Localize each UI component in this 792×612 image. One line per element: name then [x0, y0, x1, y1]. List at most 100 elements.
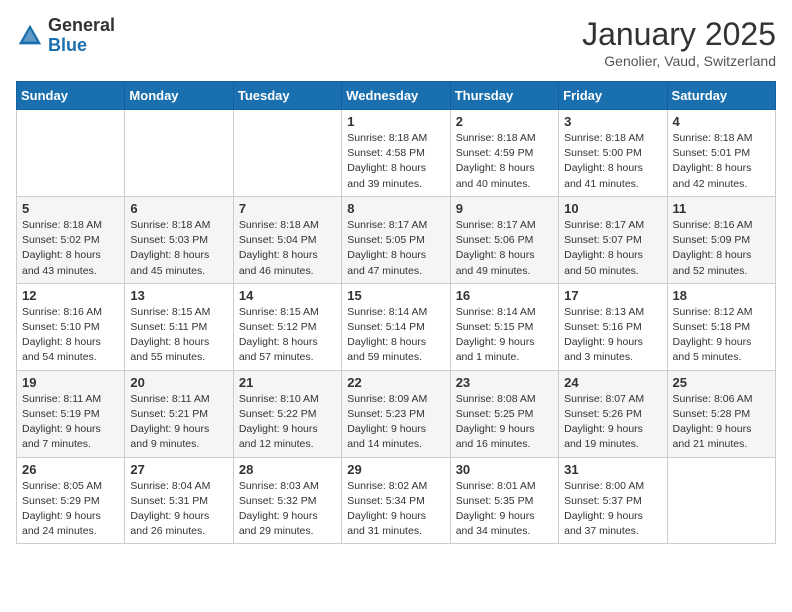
day-info: Sunrise: 8:18 AM Sunset: 5:02 PM Dayligh… [22, 218, 119, 279]
calendar-cell: 31 Sunrise: 8:00 AM Sunset: 5:37 PM Dayli… [559, 457, 667, 544]
month-title: January 2025 [582, 16, 776, 53]
day-info: Sunrise: 8:18 AM Sunset: 4:58 PM Dayligh… [347, 131, 444, 192]
logo-text: General Blue [48, 16, 115, 56]
day-info: Sunrise: 8:17 AM Sunset: 5:05 PM Dayligh… [347, 218, 444, 279]
day-info: Sunrise: 8:06 AM Sunset: 5:28 PM Dayligh… [673, 392, 770, 453]
day-of-week-header: Sunday [17, 82, 125, 110]
calendar-cell [667, 457, 775, 544]
day-info: Sunrise: 8:02 AM Sunset: 5:34 PM Dayligh… [347, 479, 444, 540]
day-info: Sunrise: 8:16 AM Sunset: 5:09 PM Dayligh… [673, 218, 770, 279]
day-of-week-header: Wednesday [342, 82, 450, 110]
calendar-cell: 3 Sunrise: 8:18 AM Sunset: 5:00 PM Daylig… [559, 110, 667, 197]
calendar-week-row: 1 Sunrise: 8:18 AM Sunset: 4:58 PM Daylig… [17, 110, 776, 197]
calendar-cell: 29 Sunrise: 8:02 AM Sunset: 5:34 PM Dayli… [342, 457, 450, 544]
day-number: 22 [347, 375, 444, 390]
calendar-header-row: SundayMondayTuesdayWednesdayThursdayFrid… [17, 82, 776, 110]
logo-blue-text: Blue [48, 36, 115, 56]
day-number: 10 [564, 201, 661, 216]
calendar-cell: 16 Sunrise: 8:14 AM Sunset: 5:15 PM Dayli… [450, 283, 558, 370]
day-info: Sunrise: 8:15 AM Sunset: 5:12 PM Dayligh… [239, 305, 336, 366]
day-info: Sunrise: 8:12 AM Sunset: 5:18 PM Dayligh… [673, 305, 770, 366]
day-number: 14 [239, 288, 336, 303]
page-header: General Blue January 2025 Genolier, Vaud… [16, 16, 776, 69]
day-of-week-header: Monday [125, 82, 233, 110]
day-info: Sunrise: 8:14 AM Sunset: 5:14 PM Dayligh… [347, 305, 444, 366]
day-of-week-header: Tuesday [233, 82, 341, 110]
calendar-cell: 24 Sunrise: 8:07 AM Sunset: 5:26 PM Dayli… [559, 370, 667, 457]
day-info: Sunrise: 8:03 AM Sunset: 5:32 PM Dayligh… [239, 479, 336, 540]
day-number: 7 [239, 201, 336, 216]
day-info: Sunrise: 8:00 AM Sunset: 5:37 PM Dayligh… [564, 479, 661, 540]
day-number: 5 [22, 201, 119, 216]
calendar-week-row: 5 Sunrise: 8:18 AM Sunset: 5:02 PM Daylig… [17, 196, 776, 283]
calendar-week-row: 19 Sunrise: 8:11 AM Sunset: 5:19 PM Dayli… [17, 370, 776, 457]
day-of-week-header: Saturday [667, 82, 775, 110]
calendar-cell: 13 Sunrise: 8:15 AM Sunset: 5:11 PM Dayli… [125, 283, 233, 370]
calendar-cell: 23 Sunrise: 8:08 AM Sunset: 5:25 PM Dayli… [450, 370, 558, 457]
title-block: January 2025 Genolier, Vaud, Switzerland [582, 16, 776, 69]
calendar-cell: 12Sunrise: 8:16 AM Sunset: 5:10 PM Dayli… [17, 283, 125, 370]
day-number: 13 [130, 288, 227, 303]
day-number: 8 [347, 201, 444, 216]
day-info: Sunrise: 8:11 AM Sunset: 5:21 PM Dayligh… [130, 392, 227, 453]
day-info: Sunrise: 8:11 AM Sunset: 5:19 PM Dayligh… [22, 392, 119, 453]
calendar-cell: 7 Sunrise: 8:18 AM Sunset: 5:04 PM Daylig… [233, 196, 341, 283]
day-number: 26 [22, 462, 119, 477]
calendar-cell [233, 110, 341, 197]
day-info: Sunrise: 8:04 AM Sunset: 5:31 PM Dayligh… [130, 479, 227, 540]
day-number: 23 [456, 375, 553, 390]
day-info: Sunrise: 8:14 AM Sunset: 5:15 PM Dayligh… [456, 305, 553, 366]
day-number: 4 [673, 114, 770, 129]
day-info: Sunrise: 8:16 AM Sunset: 5:10 PM Dayligh… [22, 305, 119, 366]
calendar-cell: 27 Sunrise: 8:04 AM Sunset: 5:31 PM Dayli… [125, 457, 233, 544]
day-number: 1 [347, 114, 444, 129]
day-info: Sunrise: 8:15 AM Sunset: 5:11 PM Dayligh… [130, 305, 227, 366]
day-info: Sunrise: 8:07 AM Sunset: 5:26 PM Dayligh… [564, 392, 661, 453]
day-number: 16 [456, 288, 553, 303]
day-number: 27 [130, 462, 227, 477]
calendar-cell: 25 Sunrise: 8:06 AM Sunset: 5:28 PM Dayli… [667, 370, 775, 457]
day-info: Sunrise: 8:01 AM Sunset: 5:35 PM Dayligh… [456, 479, 553, 540]
day-number: 24 [564, 375, 661, 390]
day-info: Sunrise: 8:05 AM Sunset: 5:29 PM Dayligh… [22, 479, 119, 540]
calendar-cell: 26 Sunrise: 8:05 AM Sunset: 5:29 PM Dayli… [17, 457, 125, 544]
day-info: Sunrise: 8:10 AM Sunset: 5:22 PM Dayligh… [239, 392, 336, 453]
calendar-cell: 14 Sunrise: 8:15 AM Sunset: 5:12 PM Dayli… [233, 283, 341, 370]
day-number: 28 [239, 462, 336, 477]
day-number: 29 [347, 462, 444, 477]
day-number: 25 [673, 375, 770, 390]
day-number: 15 [347, 288, 444, 303]
calendar-week-row: 26 Sunrise: 8:05 AM Sunset: 5:29 PM Dayli… [17, 457, 776, 544]
calendar-cell: 22Sunrise: 8:09 AM Sunset: 5:23 PM Dayli… [342, 370, 450, 457]
day-of-week-header: Thursday [450, 82, 558, 110]
day-info: Sunrise: 8:18 AM Sunset: 5:04 PM Dayligh… [239, 218, 336, 279]
calendar-cell: 18Sunrise: 8:12 AM Sunset: 5:18 PM Dayli… [667, 283, 775, 370]
calendar-cell: 5 Sunrise: 8:18 AM Sunset: 5:02 PM Daylig… [17, 196, 125, 283]
calendar-cell: 19 Sunrise: 8:11 AM Sunset: 5:19 PM Dayli… [17, 370, 125, 457]
day-number: 9 [456, 201, 553, 216]
calendar-cell: 17Sunrise: 8:13 AM Sunset: 5:16 PM Dayli… [559, 283, 667, 370]
day-info: Sunrise: 8:18 AM Sunset: 5:00 PM Dayligh… [564, 131, 661, 192]
day-number: 31 [564, 462, 661, 477]
calendar-cell: 6Sunrise: 8:18 AM Sunset: 5:03 PM Daylig… [125, 196, 233, 283]
calendar-cell: 2 Sunrise: 8:18 AM Sunset: 4:59 PM Daylig… [450, 110, 558, 197]
logo-icon [16, 22, 44, 50]
day-number: 3 [564, 114, 661, 129]
day-number: 17 [564, 288, 661, 303]
day-info: Sunrise: 8:17 AM Sunset: 5:07 PM Dayligh… [564, 218, 661, 279]
day-number: 2 [456, 114, 553, 129]
calendar-cell: 9 Sunrise: 8:17 AM Sunset: 5:06 PM Daylig… [450, 196, 558, 283]
day-number: 21 [239, 375, 336, 390]
calendar-cell [17, 110, 125, 197]
day-number: 19 [22, 375, 119, 390]
day-number: 30 [456, 462, 553, 477]
calendar-table: SundayMondayTuesdayWednesdayThursdayFrid… [16, 81, 776, 544]
day-info: Sunrise: 8:18 AM Sunset: 4:59 PM Dayligh… [456, 131, 553, 192]
day-info: Sunrise: 8:08 AM Sunset: 5:25 PM Dayligh… [456, 392, 553, 453]
day-number: 20 [130, 375, 227, 390]
day-info: Sunrise: 8:17 AM Sunset: 5:06 PM Dayligh… [456, 218, 553, 279]
calendar-cell: 1 Sunrise: 8:18 AM Sunset: 4:58 PM Daylig… [342, 110, 450, 197]
calendar-cell: 4Sunrise: 8:18 AM Sunset: 5:01 PM Daylig… [667, 110, 775, 197]
day-number: 6 [130, 201, 227, 216]
calendar-cell: 21 Sunrise: 8:10 AM Sunset: 5:22 PM Dayli… [233, 370, 341, 457]
